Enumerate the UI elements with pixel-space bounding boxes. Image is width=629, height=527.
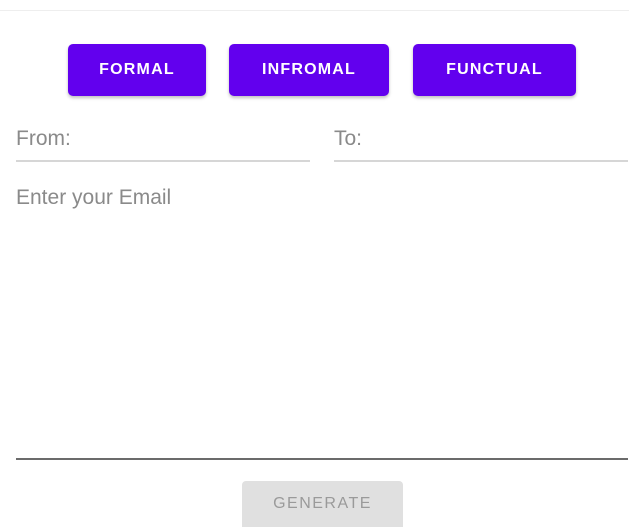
to-field (334, 120, 628, 162)
to-input[interactable] (334, 120, 628, 158)
email-body-input[interactable] (16, 186, 628, 454)
informal-style-button[interactable]: INFROMAL (229, 44, 389, 96)
top-divider (0, 10, 629, 11)
from-input[interactable] (16, 120, 310, 158)
email-body-field (16, 180, 628, 460)
generate-button[interactable]: GENERATE (242, 481, 403, 527)
functual-style-button[interactable]: FUNCTUAL (413, 44, 576, 96)
formal-style-button[interactable]: FORMAL (68, 44, 206, 96)
from-field (16, 120, 310, 162)
